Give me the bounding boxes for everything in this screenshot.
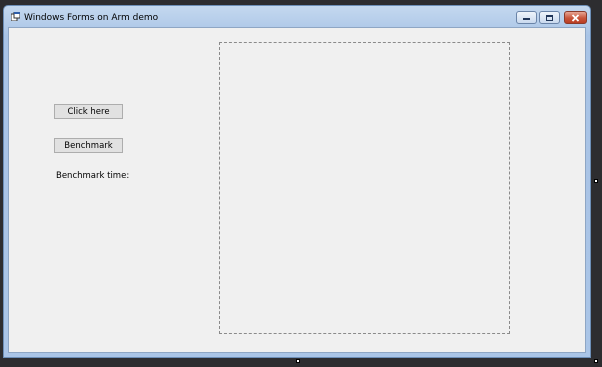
benchmark-button[interactable]: Benchmark <box>54 138 123 153</box>
designer-surface: Windows Forms on Arm demo Click here Ben… <box>0 0 602 367</box>
window-title: Windows Forms on Arm demo <box>24 13 159 23</box>
title-bar[interactable]: Windows Forms on Arm demo <box>4 6 590 28</box>
minimize-button[interactable] <box>516 11 537 24</box>
picture-box[interactable] <box>219 42 510 334</box>
resize-handle-corner[interactable] <box>594 359 598 363</box>
resize-handle-bottom[interactable] <box>296 359 300 363</box>
benchmark-time-label: Benchmark time: <box>56 171 130 181</box>
close-button[interactable] <box>564 11 587 24</box>
maximize-button[interactable] <box>539 11 560 24</box>
minimize-icon <box>523 18 530 20</box>
click-here-button[interactable]: Click here <box>54 104 123 119</box>
close-icon <box>571 13 580 22</box>
resize-handle-right[interactable] <box>594 179 598 183</box>
app-icon <box>11 12 20 21</box>
form-window[interactable]: Windows Forms on Arm demo Click here Ben… <box>3 5 591 358</box>
maximize-icon <box>546 14 553 21</box>
form-client-area: Click here Benchmark Benchmark time: <box>8 27 586 353</box>
